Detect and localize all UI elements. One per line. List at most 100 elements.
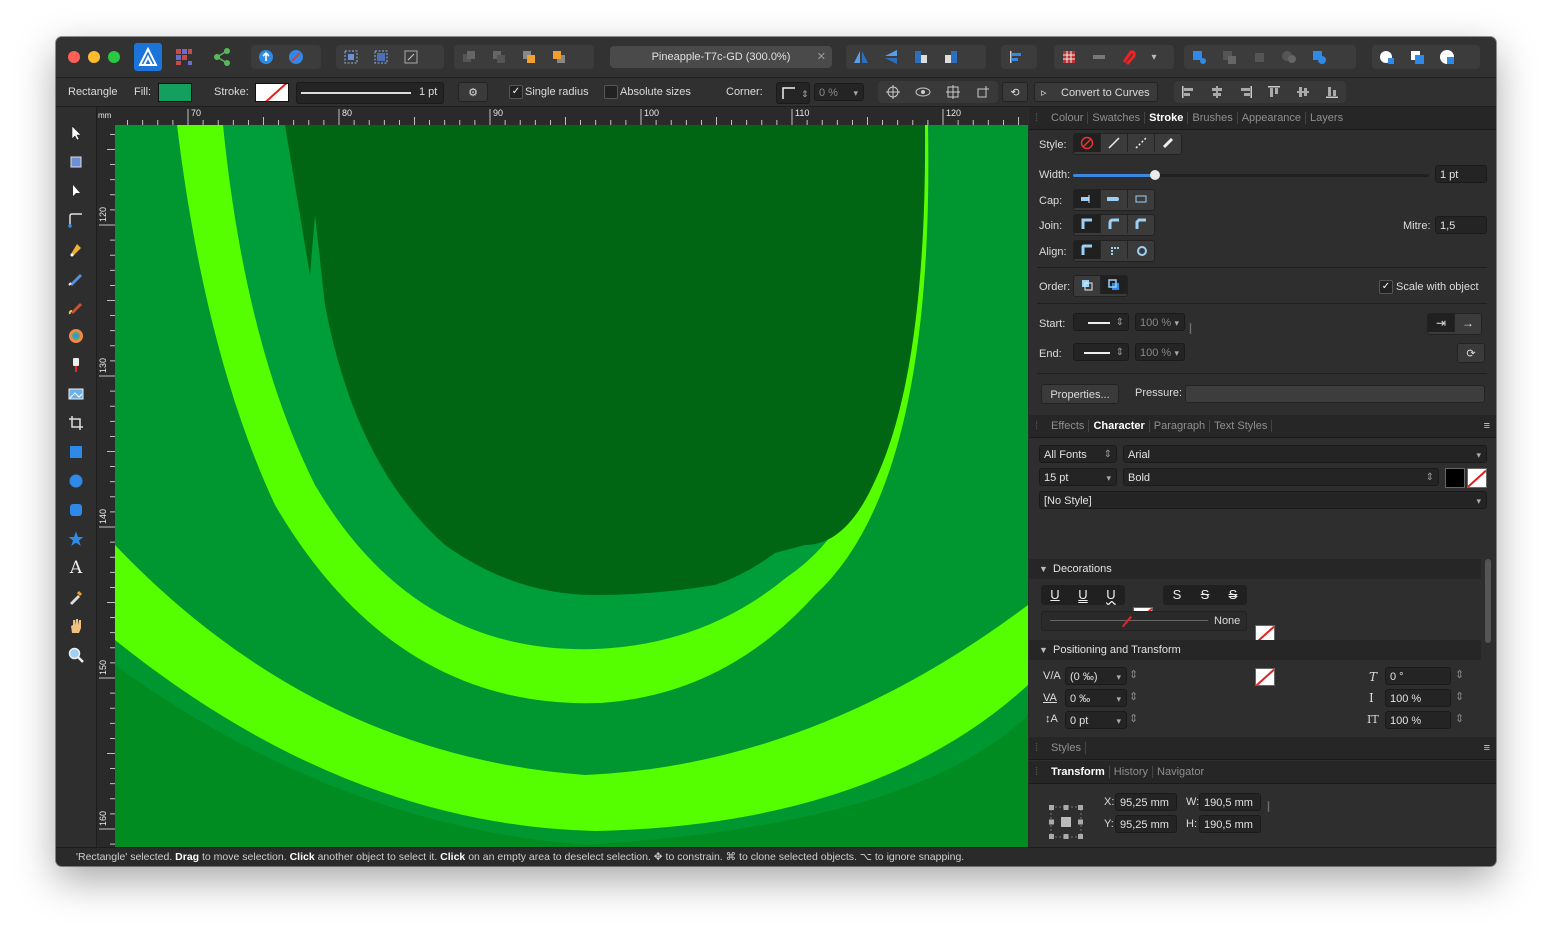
stroke-swatch[interactable] (255, 83, 289, 102)
subtract-icon[interactable] (1244, 45, 1274, 69)
target-icon[interactable] (878, 81, 908, 103)
ellipse-tool-icon[interactable] (64, 469, 88, 493)
tab-colour[interactable]: Colour (1047, 112, 1089, 124)
dashed-line-icon[interactable] (1128, 134, 1155, 152)
decorations-section-header[interactable]: Decorations (1029, 559, 1481, 579)
link-scale-icon[interactable]: ⦚ (1189, 321, 1192, 338)
place-image-tool-icon[interactable] (64, 382, 88, 406)
align-inside-stroke-icon[interactable] (1101, 241, 1128, 259)
align-middle-icon[interactable] (1289, 81, 1318, 103)
move-back-icon[interactable] (454, 45, 484, 69)
solid-line-icon[interactable] (1101, 134, 1128, 152)
underline-single-button[interactable]: U (1041, 585, 1069, 605)
document-artwork[interactable] (115, 125, 1028, 847)
single-radius-checkbox[interactable]: ✓ (509, 85, 523, 99)
layer-combine-icon[interactable] (1402, 45, 1432, 69)
move-forward-icon[interactable] (514, 45, 544, 69)
flip-vertical-icon[interactable] (876, 45, 906, 69)
kerning-field[interactable]: (0 ‰) (1065, 667, 1127, 686)
round-cap-icon[interactable] (1101, 190, 1128, 208)
corner-type-picker[interactable]: ⇕ (776, 82, 810, 104)
strike-none-button[interactable]: S (1163, 585, 1191, 605)
align-center-icon[interactable] (1203, 81, 1232, 103)
end-arrowhead-picker[interactable] (1073, 343, 1129, 362)
scale-with-object-checkbox[interactable]: ✓ (1379, 280, 1393, 294)
absolute-sizes-checkbox[interactable] (604, 85, 618, 99)
layer-mask-icon[interactable] (1372, 45, 1402, 69)
fill-swatch[interactable] (158, 83, 192, 102)
texture-line-icon[interactable] (1155, 134, 1181, 152)
rounded-rectangle-tool-icon[interactable] (64, 498, 88, 522)
fill-tool-icon[interactable] (64, 324, 88, 348)
transform-object-icon[interactable] (396, 45, 426, 69)
font-collection-field[interactable]: All Fonts (1039, 445, 1117, 464)
tab-transform[interactable]: Transform (1047, 766, 1110, 778)
document-title-tab[interactable]: Pineapple-T7c-GD (300.0%) ✕ (610, 46, 832, 68)
zoom-tool-icon[interactable] (64, 643, 88, 667)
align-left-context-icon[interactable] (1174, 81, 1203, 103)
underline-custom-button[interactable]: U (1097, 585, 1125, 605)
snapping-dropdown-icon[interactable]: ▾ (1144, 45, 1164, 69)
skew-stepper-icon[interactable]: ⇕ (1455, 668, 1464, 681)
miter-join-icon[interactable] (1074, 215, 1101, 233)
star-tool-icon[interactable] (64, 527, 88, 551)
tab-text-styles[interactable]: Text Styles (1210, 420, 1273, 432)
round-join-icon[interactable] (1101, 215, 1128, 233)
font-size-field[interactable]: 15 pt (1039, 468, 1117, 487)
canvas-area[interactable]: 70 80 90 100 110 120 120 130 140 150 160 mm (97, 107, 1028, 847)
align-top-icon[interactable] (1260, 81, 1289, 103)
properties-button[interactable]: Properties... (1041, 384, 1119, 404)
vertical-scale-field[interactable]: 100 % (1385, 689, 1451, 707)
move-backward-icon[interactable] (484, 45, 514, 69)
start-arrowhead-picker[interactable] (1073, 313, 1129, 332)
strike-single-button[interactable]: S (1191, 585, 1219, 605)
w-field[interactable]: 190,5 mm (1199, 793, 1261, 811)
decoration-line-color-swatch[interactable] (1255, 668, 1275, 686)
y-field[interactable]: 95,25 mm (1115, 815, 1177, 833)
convert-to-curves-button[interactable]: ▹ Convert to Curves (1034, 82, 1158, 102)
magnet-icon[interactable] (1114, 45, 1144, 69)
baseline-field[interactable]: 0 pt (1065, 711, 1127, 730)
vertical-scale-stepper-icon[interactable]: ⇕ (1455, 690, 1464, 703)
swap-arrowheads-button[interactable]: ⟳ (1457, 343, 1485, 363)
color-picker-tool-icon[interactable] (64, 585, 88, 609)
mitre-value-field[interactable]: 1,5 (1435, 216, 1487, 234)
text-style-field[interactable]: [No Style] (1039, 491, 1487, 510)
width-value-field[interactable]: 1 pt (1435, 165, 1487, 183)
transform-mode-button[interactable]: ⟲ (1002, 82, 1028, 102)
pen-tool-icon[interactable] (64, 237, 88, 261)
tab-layers[interactable]: Layers (1306, 112, 1347, 124)
kerning-stepper-icon[interactable]: ⇕ (1129, 668, 1138, 681)
stroke-behind-fill-icon[interactable] (1074, 276, 1101, 294)
pixel-persona-icon[interactable] (172, 45, 196, 69)
corner-value-field[interactable]: 0 % (814, 83, 864, 102)
eye-icon[interactable] (908, 81, 938, 103)
node-tool-icon[interactable] (64, 179, 88, 203)
divide-icon[interactable] (1304, 45, 1334, 69)
export-persona-icon[interactable] (210, 45, 234, 69)
align-right-icon[interactable] (1231, 81, 1260, 103)
horizontal-ruler[interactable]: 70 80 90 100 110 120 (97, 107, 1028, 125)
baseline-stepper-icon[interactable]: ⇕ (1129, 712, 1138, 725)
move-origin-icon[interactable] (938, 81, 968, 103)
tab-brushes[interactable]: Brushes (1188, 112, 1238, 124)
transparency-tool-icon[interactable] (64, 353, 88, 377)
crop-tool-icon[interactable] (64, 411, 88, 435)
share-icon[interactable] (251, 45, 281, 69)
tab-appearance[interactable]: Appearance (1238, 112, 1307, 124)
vertical-ruler[interactable]: 120 130 140 150 160 (97, 125, 115, 847)
snapping-options-icon[interactable] (1084, 45, 1114, 69)
pencil-tool-icon[interactable] (64, 266, 88, 290)
arrow-inside-icon[interactable]: ⇥ (1428, 314, 1455, 332)
tab-swatches[interactable]: Swatches (1088, 112, 1146, 124)
pin-icon[interactable] (968, 81, 998, 103)
rotate-right-icon[interactable] (936, 45, 966, 69)
vector-brush-tool-icon[interactable] (64, 295, 88, 319)
font-family-field[interactable]: Arial (1123, 445, 1487, 464)
underline-double-button[interactable]: U (1069, 585, 1097, 605)
character-panel-scrollbar[interactable] (1485, 559, 1491, 643)
end-scale-field[interactable]: 100 % (1135, 343, 1185, 362)
retouch-icon[interactable] (281, 45, 311, 69)
align-outside-stroke-icon[interactable] (1128, 241, 1154, 259)
tab-paragraph[interactable]: Paragraph (1150, 420, 1211, 432)
